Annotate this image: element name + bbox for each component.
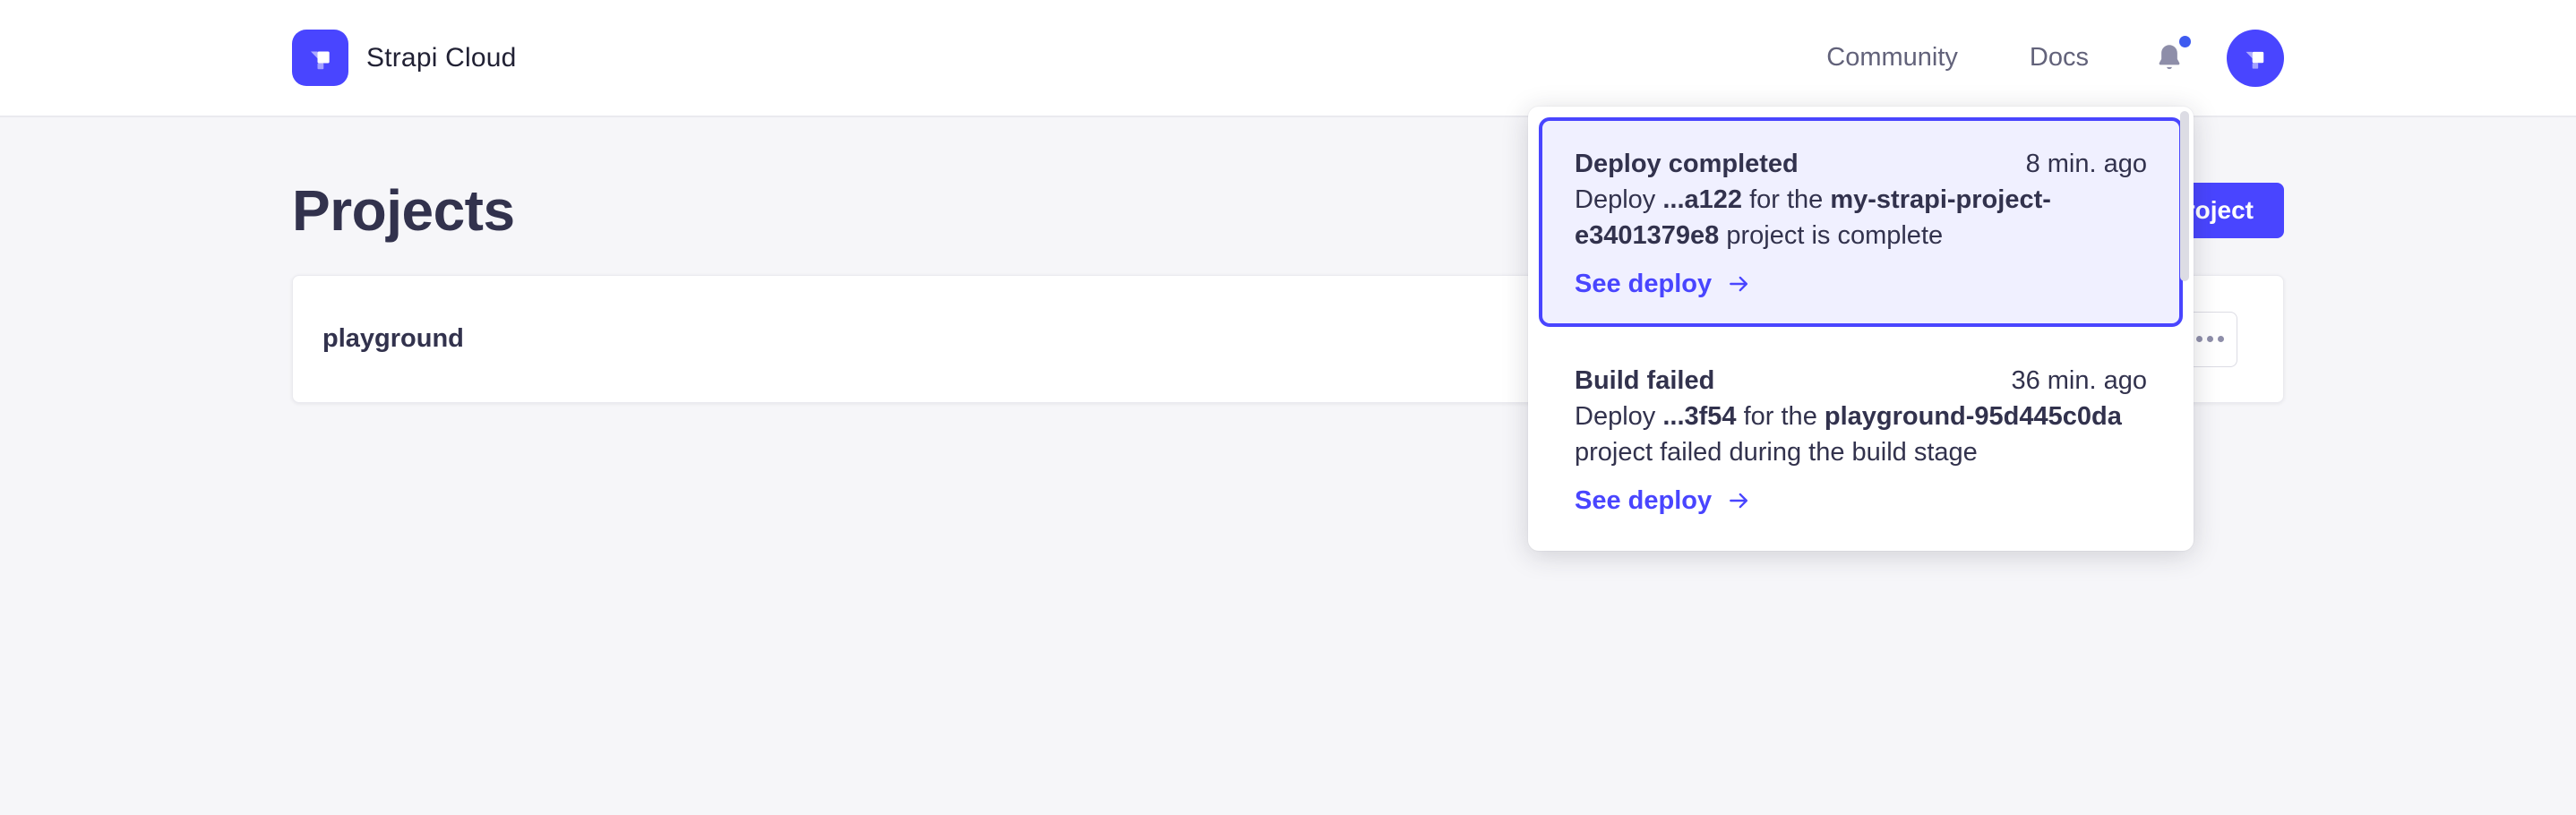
header-nav: Community Docs: [1755, 30, 2284, 87]
notification-header: Build failed 36 min. ago: [1575, 363, 2147, 399]
nav-link-community[interactable]: Community: [1826, 43, 1958, 73]
nav-link-docs[interactable]: Docs: [2030, 43, 2089, 73]
notification-body: Deploy ...a122 for the my-strapi-project…: [1575, 182, 2147, 253]
ellipsis-icon: [2196, 336, 2202, 342]
project-name: playground: [322, 324, 464, 354]
arrow-right-icon: [1725, 272, 1753, 296]
notification-title: Deploy completed: [1575, 146, 1799, 182]
notification-time: 36 min. ago: [2011, 363, 2147, 399]
notification-header: Deploy completed 8 min. ago: [1575, 146, 2147, 182]
ellipsis-icon: [2207, 336, 2213, 342]
ellipsis-icon: [2218, 336, 2224, 342]
brand[interactable]: Strapi Cloud: [292, 30, 517, 86]
notification-title: Build failed: [1575, 363, 1714, 399]
arrow-right-icon: [1725, 489, 1753, 512]
notification-item[interactable]: Deploy completed 8 min. agoDeploy ...a122…: [1539, 117, 2183, 327]
account-avatar[interactable]: [2227, 30, 2284, 87]
see-deploy-label: See deploy: [1575, 483, 1712, 519]
see-deploy-link[interactable]: See deploy: [1575, 483, 2147, 519]
notifications-button[interactable]: [2153, 41, 2185, 75]
strapi-logo-icon: [292, 30, 348, 86]
notification-item[interactable]: Build failed 36 min. agoDeploy ...3f54 fo…: [1539, 336, 2183, 540]
see-deploy-label: See deploy: [1575, 266, 1712, 302]
scrollbar-thumb[interactable]: [2180, 111, 2189, 281]
notification-list: Deploy completed 8 min. agoDeploy ...a122…: [1539, 117, 2183, 540]
notification-popover: Deploy completed 8 min. agoDeploy ...a122…: [1528, 107, 2194, 551]
notification-time: 8 min. ago: [2026, 146, 2147, 182]
notification-body: Deploy ...3f54 for the playground-95d445…: [1575, 399, 2147, 470]
see-deploy-link[interactable]: See deploy: [1575, 266, 2147, 302]
unread-dot: [2179, 36, 2191, 47]
brand-name: Strapi Cloud: [366, 43, 517, 73]
top-nav-bar: Strapi Cloud Community Docs: [0, 0, 2576, 117]
page-title: Projects: [292, 178, 515, 243]
strapi-avatar-icon: [2238, 41, 2272, 75]
